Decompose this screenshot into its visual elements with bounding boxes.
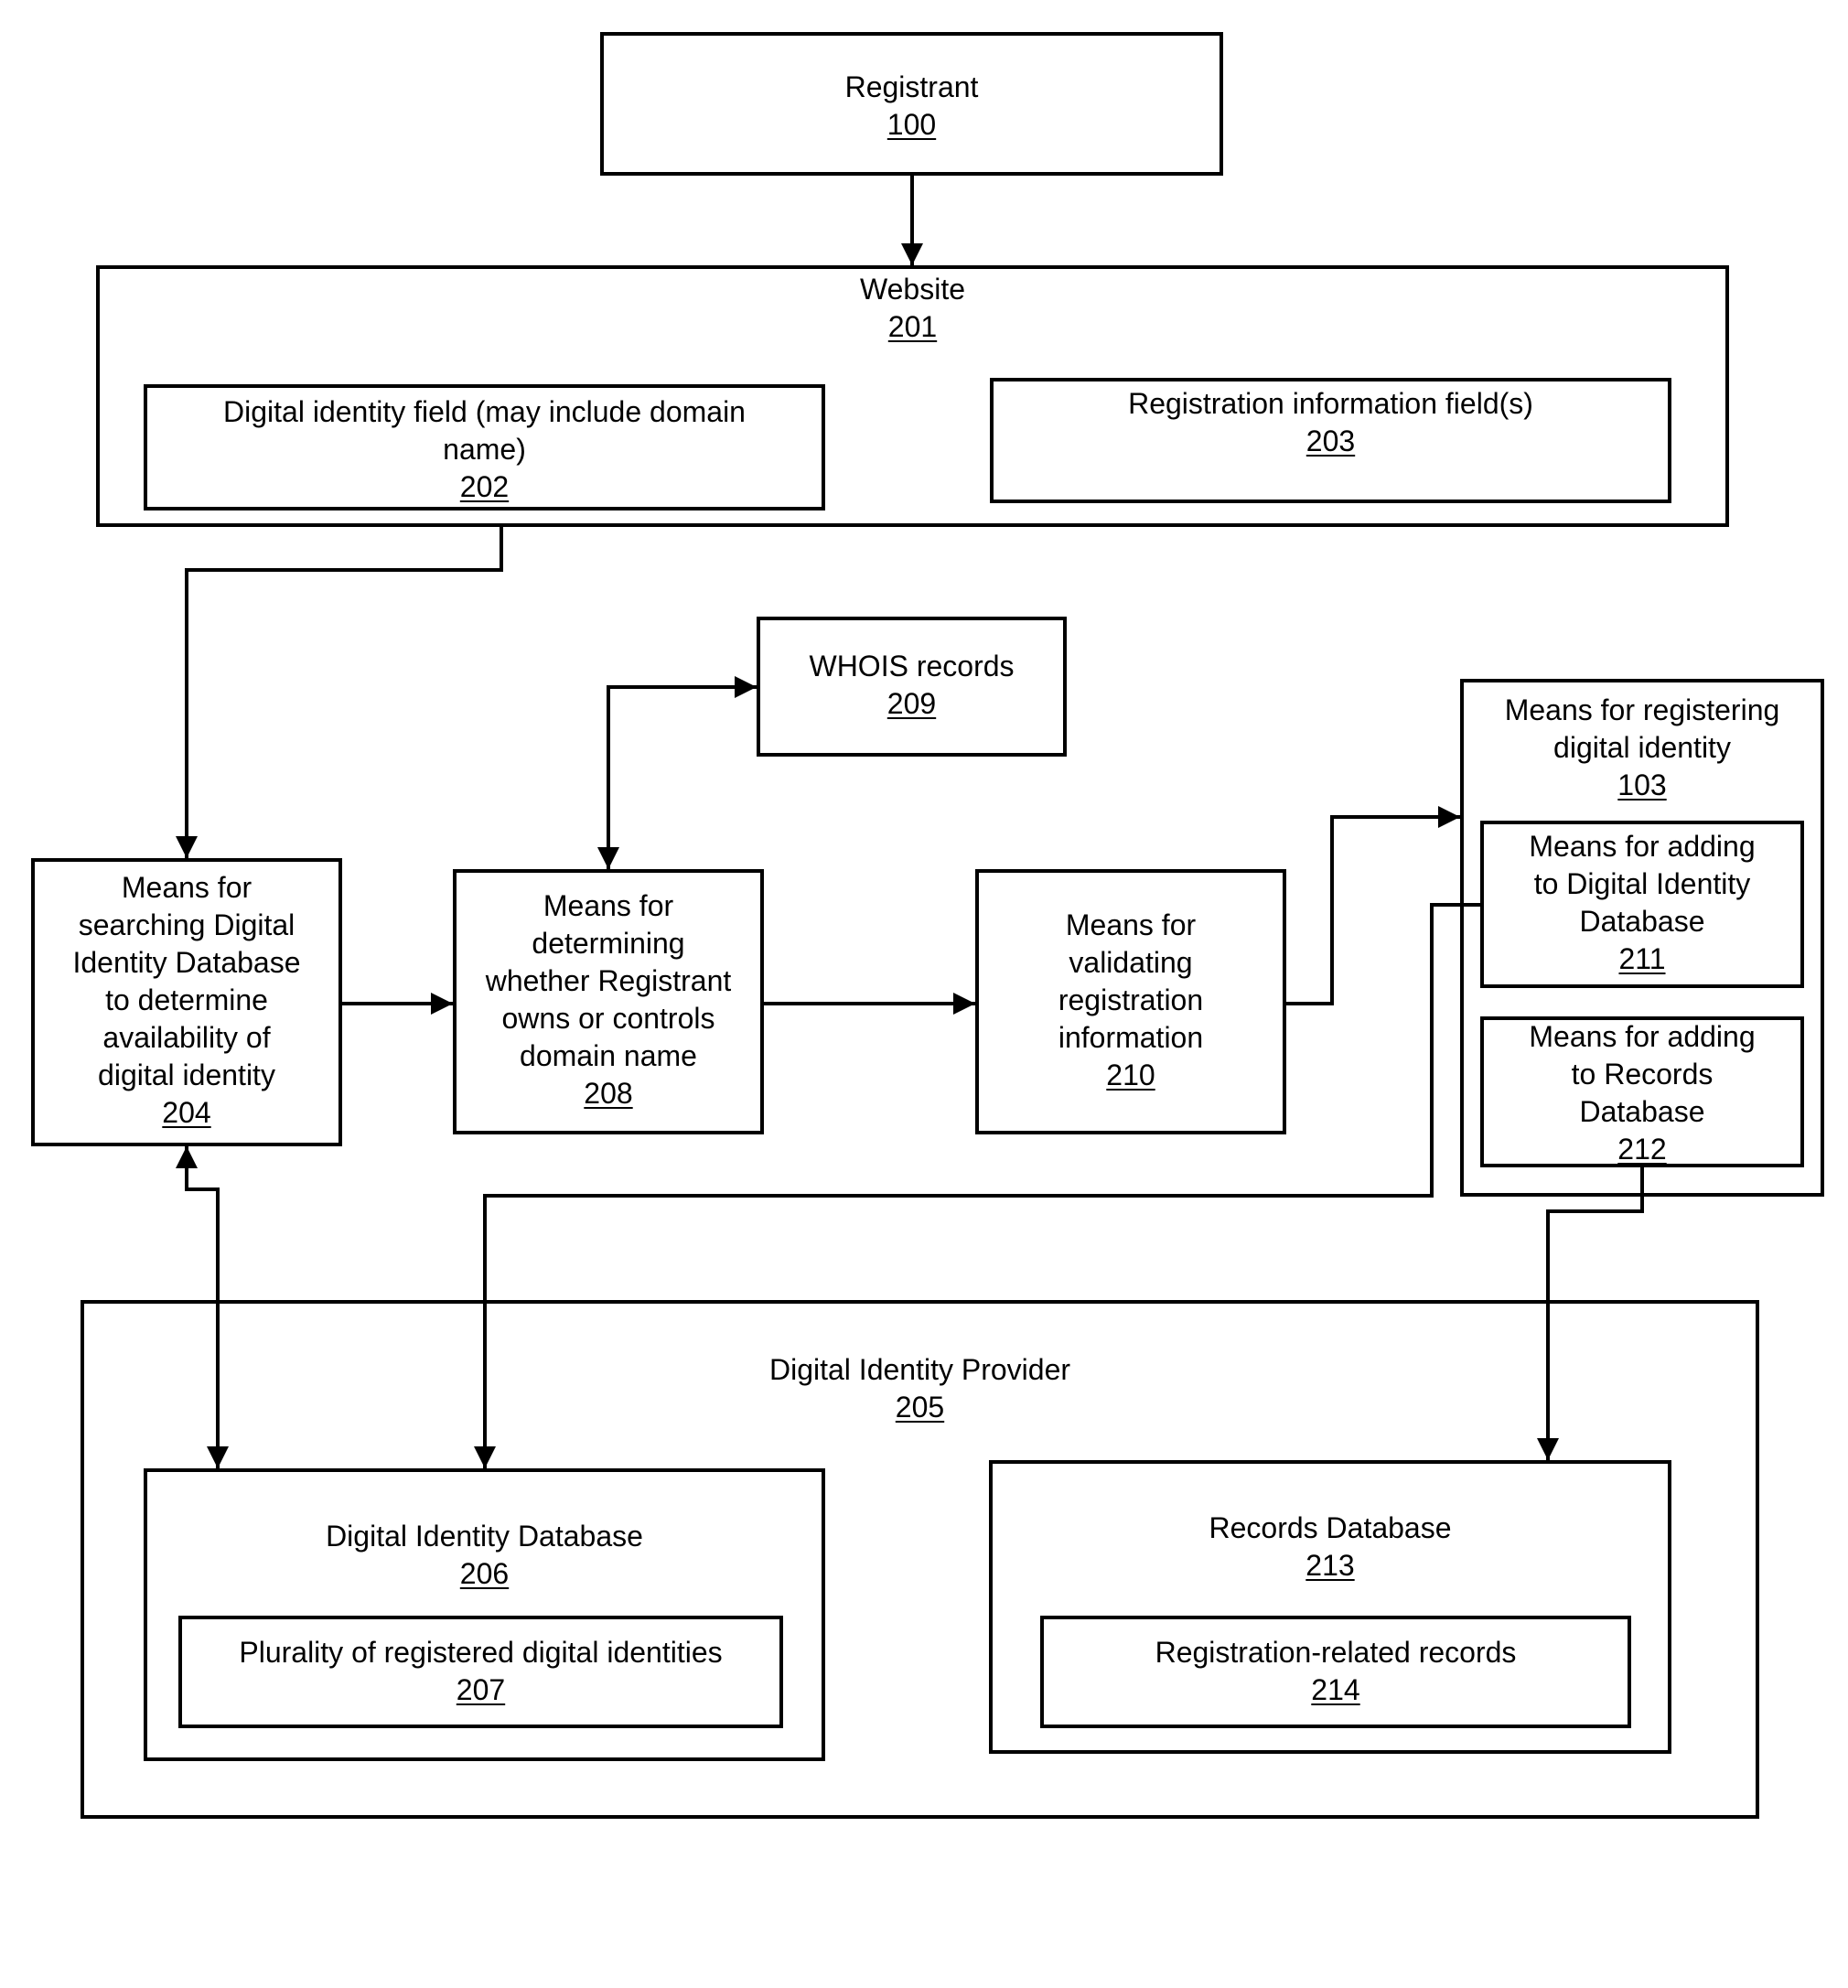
add-records-db-means-box: Means for adding to Records Database 212	[1480, 1016, 1804, 1167]
registration-records-ref: 214	[1311, 1673, 1360, 1706]
add-identity-db-means-label: Means for adding to Digital Identity Dat…	[1529, 830, 1756, 938]
provider-ref: 205	[895, 1391, 945, 1424]
website-label: Website	[859, 273, 965, 306]
identity-db-label: Digital Identity Database	[326, 1520, 643, 1553]
add-records-db-means-label: Means for adding to Records Database	[1529, 1020, 1756, 1128]
identity-db-ref: 206	[459, 1557, 510, 1590]
registered-identities-box: Plurality of registered digital identiti…	[178, 1616, 783, 1728]
whois-records-ref: 209	[886, 687, 937, 720]
website-ref: 201	[887, 310, 938, 343]
search-means-ref: 204	[162, 1096, 211, 1129]
provider-label: Digital Identity Provider	[768, 1353, 1071, 1386]
registrant-ref: 100	[886, 108, 937, 141]
registration-records-label: Registration-related records	[1155, 1636, 1517, 1669]
search-means-box: Means for searching Digital Identity Dat…	[31, 858, 342, 1146]
ownership-means-box: Means for determining whether Registrant…	[453, 869, 764, 1134]
records-db-label: Records Database	[1209, 1511, 1452, 1544]
validation-means-box: Means for validating registration inform…	[975, 869, 1286, 1134]
registering-means-label: Means for registering digital identity	[1504, 693, 1780, 764]
validation-means-label: Means for validating registration inform…	[1058, 908, 1204, 1054]
whois-records-label: WHOIS records	[809, 650, 1015, 682]
registration-info-fields-box: Registration information field(s) 203	[990, 378, 1671, 503]
add-identity-db-means-box: Means for adding to Digital Identity Dat…	[1480, 821, 1804, 988]
digital-identity-field-box: Digital identity field (may include doma…	[144, 384, 825, 510]
add-records-db-means-ref: 212	[1617, 1133, 1667, 1166]
registration-info-fields-ref: 203	[1305, 424, 1356, 457]
validation-means-ref: 210	[1106, 1058, 1155, 1091]
edge-identity-field-to-search	[176, 527, 503, 858]
registered-identities-label: Plurality of registered digital identiti…	[239, 1636, 723, 1669]
registered-identities-ref: 207	[456, 1673, 506, 1706]
edge-validation-to-registering	[1286, 806, 1460, 1005]
whois-records-box: WHOIS records 209	[757, 617, 1067, 757]
search-means-label: Means for searching Digital Identity Dat…	[72, 871, 301, 1091]
registrant-box: Registrant 100	[600, 32, 1223, 176]
registration-records-box: Registration-related records 214	[1040, 1616, 1631, 1728]
ownership-means-ref: 208	[584, 1077, 633, 1110]
digital-identity-field-label: Digital identity field (may include doma…	[223, 395, 746, 466]
digital-identity-field-ref: 202	[459, 470, 510, 503]
edge-ownership-whois	[597, 676, 757, 869]
records-db-ref: 213	[1305, 1549, 1355, 1582]
registrant-label: Registrant	[844, 70, 979, 103]
ownership-means-label: Means for determining whether Registrant…	[485, 889, 732, 1072]
registration-info-fields-label: Registration information field(s)	[1128, 387, 1533, 420]
add-identity-db-means-ref: 211	[1618, 942, 1666, 975]
registering-means-ref: 103	[1617, 768, 1667, 801]
